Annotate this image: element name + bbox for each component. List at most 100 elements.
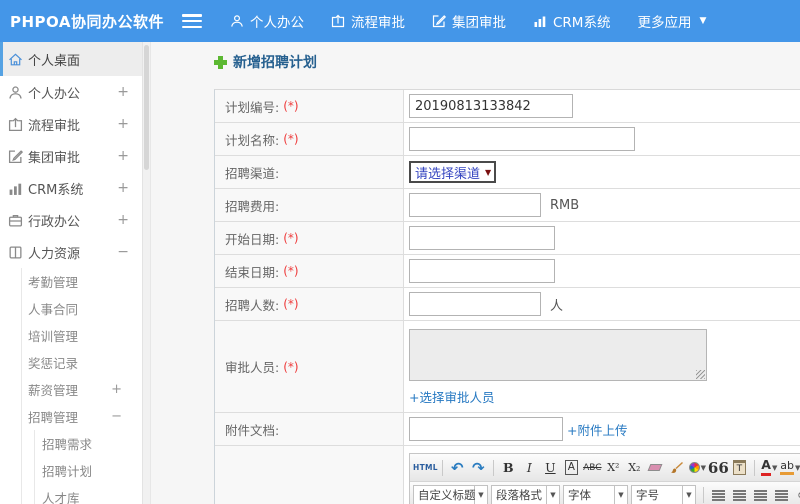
caret-down-icon: ▼: [795, 463, 800, 472]
format-painter-icon[interactable]: [666, 457, 687, 478]
briefcase-icon: [8, 214, 23, 226]
sidebar-item-label: 行政办公: [28, 214, 81, 230]
nav-crm-system[interactable]: CRM系统: [533, 11, 610, 31]
undo-icon[interactable]: ↶: [447, 457, 468, 478]
color-palette-icon[interactable]: ▼: [687, 457, 708, 478]
nav-personal-office[interactable]: 个人办公: [230, 11, 304, 31]
scrollbar-thumb[interactable]: [144, 45, 149, 170]
bold-button[interactable]: B: [498, 457, 519, 478]
required-mark: (*): [283, 231, 299, 245]
collapse-icon[interactable]: −: [117, 244, 129, 260]
paste-icon[interactable]: T: [729, 457, 750, 478]
fee-input[interactable]: [409, 193, 541, 217]
plan-no-input[interactable]: [409, 94, 573, 118]
superscript-button[interactable]: X²: [603, 457, 624, 478]
sidebar-item-desktop[interactable]: 个人桌面: [0, 42, 142, 76]
field-label: 附件文档:: [225, 422, 280, 438]
attachment-input[interactable]: [409, 417, 563, 441]
end-date-input[interactable]: [409, 259, 555, 283]
eraser-icon[interactable]: [645, 457, 666, 478]
attachment-upload-link[interactable]: +附件上传: [567, 420, 627, 439]
font-size-select[interactable]: 字号 ▼: [631, 484, 696, 504]
nav-workflow-approval[interactable]: 流程审批: [331, 11, 405, 31]
paragraph-format-select[interactable]: 段落格式 ▼: [491, 484, 560, 504]
recruit-submenu: 招聘需求 招聘计划 人才库: [34, 430, 142, 504]
highlight-color-button[interactable]: ab: [780, 460, 795, 475]
form-row-end-date: 结束日期: (*): [215, 255, 800, 288]
expand-icon[interactable]: +: [117, 212, 129, 228]
start-date-input[interactable]: [409, 226, 555, 250]
sidebar-item-recruit-demand[interactable]: 招聘需求: [35, 430, 142, 457]
nav-label: CRM系统: [553, 15, 611, 31]
sidebar-item-label: 个人办公: [28, 86, 81, 102]
sidebar-item-workflow-approval[interactable]: 流程审批 +: [0, 108, 142, 140]
char-border-button[interactable]: A: [564, 460, 578, 475]
field-label: 招聘人数:: [225, 297, 280, 313]
form-row-plan-no: 计划编号: (*): [215, 90, 800, 123]
subscript-button[interactable]: X₂: [624, 457, 645, 478]
caret-down-icon: ▼: [699, 16, 707, 26]
add-plus-icon: [214, 55, 227, 69]
sidebar-item-hr[interactable]: 人力资源 −: [0, 236, 142, 268]
sidebar-item-training[interactable]: 培训管理: [22, 322, 142, 349]
caret-down-icon: ▼: [771, 463, 778, 472]
plan-name-input[interactable]: [409, 127, 635, 151]
sidebar-item-crm[interactable]: CRM系统 +: [0, 172, 142, 204]
expand-icon[interactable]: +: [117, 116, 129, 132]
sidebar-item-hr-contract[interactable]: 人事合同: [22, 295, 142, 322]
sidebar-item-label: 人力资源: [28, 246, 81, 262]
sidebar-item-attendance[interactable]: 考勤管理: [22, 268, 142, 295]
hamburger-menu-icon[interactable]: [182, 14, 202, 28]
sidebar-item-label: 集团审批: [28, 150, 81, 166]
font-family-select[interactable]: 字体 ▼: [563, 484, 628, 504]
sidebar-item-recruit-mgmt[interactable]: 招聘管理 −: [22, 403, 142, 430]
expand-icon[interactable]: +: [117, 180, 129, 196]
expand-icon[interactable]: +: [117, 148, 129, 164]
font-color-button[interactable]: A: [761, 459, 771, 476]
sidebar-item-recruit-plan[interactable]: 招聘计划: [35, 457, 142, 484]
headcount-input[interactable]: [409, 292, 541, 316]
workflow-icon: [331, 14, 345, 28]
sidebar-item-group-approval[interactable]: 集团审批 +: [0, 140, 142, 172]
align-left-icon[interactable]: [708, 485, 729, 504]
html-source-button[interactable]: HTML: [413, 457, 438, 478]
required-mark: (*): [283, 297, 299, 311]
field-label: 开始日期:: [225, 231, 280, 247]
channel-select[interactable]: 请选择渠道 ▼: [409, 161, 497, 183]
collapse-icon[interactable]: −: [111, 409, 122, 424]
caret-down-icon: ▼: [615, 484, 628, 504]
nav-label: 个人办公: [250, 15, 304, 31]
strikethrough-button[interactable]: ABC: [582, 457, 603, 478]
caret-down-icon: ▼: [547, 484, 560, 504]
form-row-channel: 招聘渠道: 请选择渠道 ▼: [215, 156, 800, 189]
channel-select-value: 请选择渠道: [415, 166, 481, 182]
align-justify-icon[interactable]: [771, 485, 792, 504]
heading-style-select[interactable]: 自定义标题 ▼: [413, 484, 488, 504]
sidebar-item-personal-office[interactable]: 个人办公 +: [0, 76, 142, 108]
redo-icon[interactable]: ↷: [468, 457, 489, 478]
required-mark: (*): [283, 264, 299, 278]
nav-group-approval[interactable]: 集团审批: [432, 11, 506, 31]
form-row-start-date: 开始日期: (*): [215, 222, 800, 255]
sidebar-item-label: CRM系统: [28, 182, 84, 198]
expand-icon[interactable]: +: [111, 382, 122, 397]
sidebar-item-label: 流程审批: [28, 118, 81, 134]
sidebar-scrollbar[interactable]: [142, 42, 151, 504]
sidebar-item-talent-pool[interactable]: 人才库: [35, 484, 142, 504]
approvers-textarea[interactable]: [409, 329, 707, 381]
insert-link-icon[interactable]: ∞: [792, 485, 800, 504]
blockquote-button[interactable]: 66: [708, 457, 729, 478]
sidebar-item-label: 招聘需求: [42, 437, 93, 452]
select-approvers-link[interactable]: +选择审批人员: [409, 387, 494, 406]
sidebar-item-rewards[interactable]: 奖惩记录: [22, 349, 142, 376]
nav-more-apps[interactable]: 更多应用 ▼: [637, 11, 706, 31]
align-right-icon[interactable]: [750, 485, 771, 504]
sidebar-item-salary[interactable]: 薪资管理 +: [22, 376, 142, 403]
sidebar-item-admin-office[interactable]: 行政办公 +: [0, 204, 142, 236]
underline-button[interactable]: U: [540, 457, 561, 478]
expand-icon[interactable]: +: [117, 84, 129, 100]
italic-button[interactable]: I: [519, 457, 540, 478]
align-center-icon[interactable]: [729, 485, 750, 504]
editor-toolbar-row1: HTML ↶ ↷ B I U A ABC X² X₂ ▼ 66 T A ▼ ab…: [410, 454, 800, 481]
sidebar: 个人桌面 个人办公 + 流程审批 + 集团审批 + CRM系统 + 行政办公 +: [0, 42, 142, 504]
